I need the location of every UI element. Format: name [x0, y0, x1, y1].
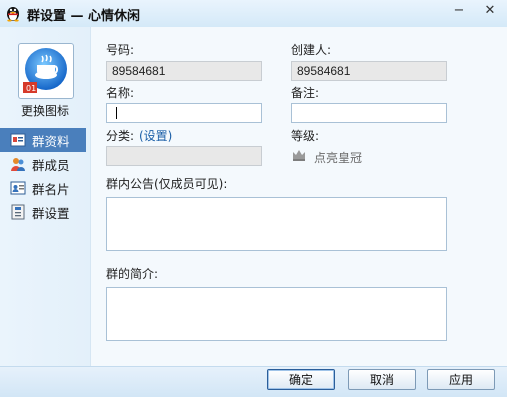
cancel-button-label: 取消: [369, 373, 394, 387]
number-field: 89584681: [106, 61, 262, 81]
level-label: 等级:: [291, 129, 320, 143]
sidebar-item-members[interactable]: 群成员: [0, 152, 86, 176]
name-input[interactable]: [106, 103, 262, 123]
intro-label: 群的简介:: [106, 267, 159, 281]
members-icon: [11, 158, 25, 171]
sidebar-item-label: 群资料: [32, 133, 70, 149]
creator-label: 创建人:: [291, 43, 332, 57]
qq-penguin-icon: [7, 7, 19, 22]
intro-textarea[interactable]: [106, 287, 447, 341]
remark-label: 备注:: [291, 86, 320, 100]
name-label: 名称:: [106, 86, 135, 100]
category-label: 分类:: [106, 129, 135, 143]
light-crown-link[interactable]: 点亮皇冠: [314, 149, 362, 166]
announcement-label: 群内公告(仅成员可见):: [106, 177, 228, 191]
minimize-icon: −: [453, 2, 465, 18]
crown-icon: [293, 150, 305, 161]
sidebar-item-label: 群设置: [32, 205, 70, 221]
minimize-button[interactable]: −: [446, 0, 472, 20]
card-icon: [10, 181, 26, 195]
sidebar-item-settings[interactable]: 群设置: [0, 200, 86, 224]
change-icon-link[interactable]: 更换图标: [0, 102, 90, 119]
ok-button[interactable]: 确定: [267, 369, 335, 390]
coffee-cup-icon: 01: [23, 48, 67, 93]
remark-input[interactable]: [291, 103, 447, 123]
group-avatar[interactable]: 01: [18, 43, 74, 99]
creator-field: 89584681: [291, 61, 447, 81]
apply-button-label: 应用: [448, 373, 473, 387]
category-field: [106, 146, 262, 166]
settings-icon: [11, 204, 25, 220]
announcement-textarea[interactable]: [106, 197, 447, 251]
cancel-button[interactable]: 取消: [348, 369, 416, 390]
sidebar-item-group-profile[interactable]: 群资料: [0, 128, 86, 152]
close-button[interactable]: ✕: [477, 0, 503, 20]
sidebar-item-label: 群成员: [32, 157, 70, 173]
sidebar-item-card[interactable]: 群名片: [0, 176, 86, 200]
group-profile-icon: [10, 133, 26, 147]
close-icon: ✕: [484, 2, 496, 18]
ok-button-label: 确定: [288, 373, 313, 387]
avatar-badge: 01: [26, 84, 36, 93]
category-set-link[interactable]: (设置): [139, 127, 172, 144]
text-caret: [116, 107, 117, 119]
sidebar-item-label: 群名片: [32, 181, 70, 197]
window-title: 群设置 — 心情休闲: [27, 9, 141, 24]
apply-button[interactable]: 应用: [427, 369, 495, 390]
number-label: 号码:: [106, 43, 135, 57]
